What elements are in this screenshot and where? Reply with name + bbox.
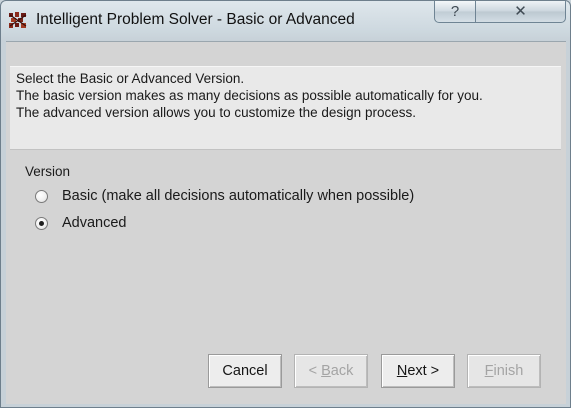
advanced-radio-button[interactable] xyxy=(35,216,48,230)
app-logo-icon xyxy=(9,12,27,28)
close-icon: ✕ xyxy=(514,3,527,20)
next-button[interactable]: Next > xyxy=(381,354,455,388)
basic-radio-button[interactable] xyxy=(35,189,48,203)
back-button-label: < Back xyxy=(308,363,354,379)
back-button[interactable]: < Back xyxy=(294,354,368,388)
radio-option-advanced[interactable]: Advanced xyxy=(35,215,127,231)
cancel-button-label: Cancel xyxy=(222,363,268,379)
advanced-radio-label[interactable]: Advanced xyxy=(62,215,127,231)
dialog-window: Intelligent Problem Solver - Basic or Ad… xyxy=(0,0,571,408)
info-line-advanced: The advanced version allows you to custo… xyxy=(16,105,416,120)
finish-button[interactable]: Finish xyxy=(467,354,541,388)
info-line-select: Select the Basic or Advanced Version. xyxy=(16,71,245,86)
version-group-label: Version xyxy=(25,164,71,179)
basic-radio-label[interactable]: Basic (make all decisions automatically … xyxy=(62,188,414,204)
close-button[interactable]: ✕ xyxy=(476,1,566,23)
title-bar[interactable]: Intelligent Problem Solver - Basic or Ad… xyxy=(1,1,570,41)
cancel-button[interactable]: Cancel xyxy=(208,354,282,388)
info-panel: Select the Basic or Advanced Version. Th… xyxy=(10,66,561,150)
window-title: Intelligent Problem Solver - Basic or Ad… xyxy=(36,11,355,28)
dialog-body: Select the Basic or Advanced Version. Th… xyxy=(6,41,566,404)
radio-option-basic[interactable]: Basic (make all decisions automatically … xyxy=(35,188,414,204)
next-button-label: Next > xyxy=(396,363,440,379)
help-icon: ? xyxy=(450,3,460,20)
finish-button-label: Finish xyxy=(484,363,524,379)
info-line-basic: The basic version makes as many decision… xyxy=(16,88,483,103)
help-button[interactable]: ? xyxy=(434,1,476,23)
